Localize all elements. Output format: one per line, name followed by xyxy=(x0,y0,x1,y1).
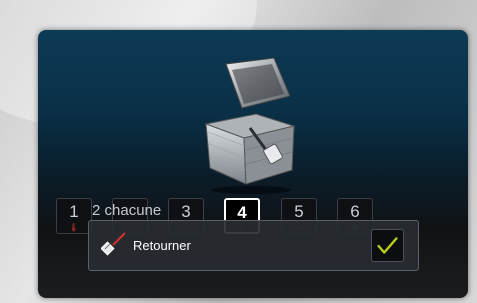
popup-label: Retourner xyxy=(133,238,191,253)
step-5-number: 5 xyxy=(294,202,304,221)
confirm-button[interactable] xyxy=(371,229,404,262)
thermometer-icon: 🌡 xyxy=(68,223,80,232)
basket-illustration xyxy=(204,57,296,194)
step-3-number: 3 xyxy=(181,202,191,221)
step-note: 2 chacune xyxy=(92,202,162,219)
spatula-icon xyxy=(101,232,126,256)
action-popup: Retourner xyxy=(88,220,419,271)
checkmark-icon xyxy=(377,237,398,254)
step-1-button[interactable]: 1 🌡 xyxy=(56,198,92,234)
step-1-number: 1 xyxy=(69,202,79,221)
step-6-number: 6 xyxy=(350,202,360,221)
